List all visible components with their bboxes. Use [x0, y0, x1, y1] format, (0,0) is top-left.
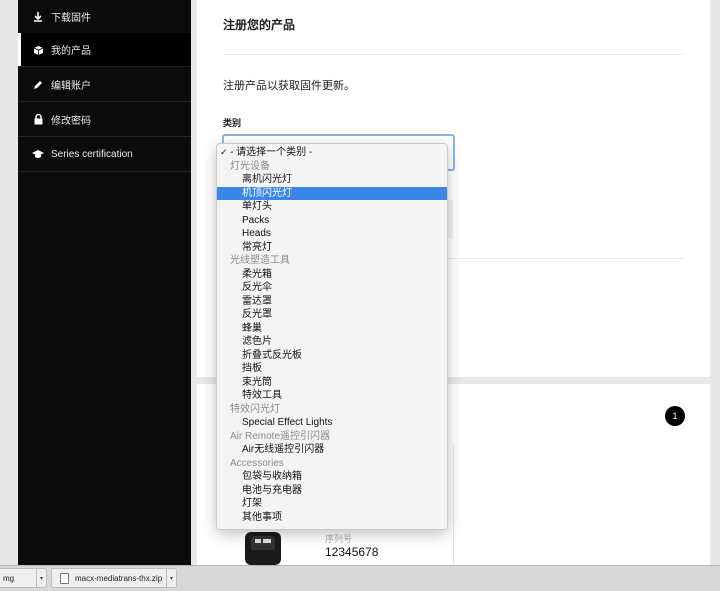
menu-option-label: Air无线遥控引闪器	[242, 444, 325, 455]
chevron-down-icon[interactable]: ▾	[36, 569, 46, 587]
menu-option-label: Packs	[242, 214, 270, 226]
menu-option-label: 柔光箱	[242, 268, 272, 280]
menu-group-label: 特效闪光灯	[217, 403, 447, 417]
sidebar-item-label: 编辑账户	[51, 81, 91, 92]
menu-group-label: Air Remote遥控引闪器	[217, 430, 447, 444]
menu-option[interactable]: 束光筒	[217, 376, 447, 390]
menu-option-label: 特效闪光灯	[230, 403, 280, 415]
sidebar-item-edit-account[interactable]: 编辑账户	[18, 68, 191, 102]
menu-option[interactable]: ✓ - 请选择一个类别 -	[217, 146, 447, 160]
menu-option-label: 雷达罩	[242, 295, 272, 307]
menu-option-label: Air Remote遥控引闪器	[230, 430, 331, 442]
menu-option[interactable]: 蜂巢	[217, 322, 447, 336]
menu-option[interactable]: 雷达罩	[217, 295, 447, 309]
chevron-down-icon[interactable]: ▾	[166, 569, 176, 587]
download-icon	[32, 11, 44, 23]
sidebar-item-change-password[interactable]: 修改密码	[18, 103, 191, 137]
sidebar-item-series-certification[interactable]: Series certification	[18, 138, 191, 172]
menu-option[interactable]: 离机闪光灯	[217, 173, 447, 187]
menu-group-label: 光线塑造工具	[217, 254, 447, 268]
menu-option-label: Heads	[242, 228, 271, 239]
menu-option-label: 反光罩	[242, 309, 272, 320]
serial-label: 序列号	[325, 534, 353, 544]
menu-option-label: 光线塑造工具	[230, 255, 290, 266]
download-filename: macx-mediatrans-thx.zip	[75, 573, 163, 583]
page-title: 注册您的产品	[223, 18, 296, 32]
lock-icon	[32, 114, 44, 126]
category-label: 类别	[223, 118, 242, 128]
menu-option[interactable]: 柔光箱	[217, 268, 447, 282]
count-badge: 1	[665, 406, 685, 426]
menu-option-label: 其他事项	[242, 511, 282, 523]
menu-option-label: 包袋与收纳箱	[242, 471, 302, 482]
menu-option[interactable]: 常亮灯	[217, 241, 447, 255]
sidebar-item-download-firmware[interactable]: 下载固件	[18, 0, 191, 34]
menu-option-label: 束光筒	[242, 376, 272, 388]
download-item[interactable]: mg ▾	[0, 568, 47, 588]
box-icon	[32, 44, 44, 56]
sidebar-item-label: 我的产品	[51, 46, 91, 57]
menu-option[interactable]: 机顶闪光灯	[217, 186, 447, 200]
menu-option[interactable]: 其他事项	[217, 511, 447, 525]
divider	[447, 258, 684, 259]
menu-option-label: 离机闪光灯	[242, 174, 292, 185]
menu-option[interactable]: 包袋与收纳箱	[217, 470, 447, 484]
menu-group-label: 灯光设备	[217, 160, 447, 174]
download-filename: mg	[3, 573, 15, 583]
sidebar: 下载固件 我的产品 编辑账户 修改密码 Series certification	[18, 0, 191, 565]
menu-option[interactable]: 电池与充电器	[217, 484, 447, 498]
download-item[interactable]: macx-mediatrans-thx.zip ▾	[51, 568, 177, 588]
menu-group-label: Accessories	[217, 457, 447, 471]
menu-option[interactable]: 特效工具	[217, 389, 447, 403]
menu-option[interactable]: 反光罩	[217, 308, 447, 322]
intro-text: 注册产品以获取固件更新。	[223, 80, 355, 92]
product-image	[241, 524, 285, 565]
sidebar-item-my-products[interactable]: 我的产品	[18, 33, 191, 67]
sidebar-item-label: 下载固件	[51, 13, 91, 24]
menu-option[interactable]: 挡板	[217, 362, 447, 376]
menu-option-label: 特效工具	[242, 390, 282, 401]
menu-option-label: 灯架	[242, 498, 262, 509]
menu-option-label: 挡板	[242, 363, 262, 374]
menu-option-label: 折叠式反光板	[242, 349, 302, 361]
sidebar-item-label: Series certification	[51, 149, 133, 160]
menu-option-label: 常亮灯	[242, 241, 272, 253]
checkmark-icon: ✓	[220, 147, 228, 157]
menu-option-label: 机顶闪光灯	[242, 187, 292, 199]
pencil-icon	[32, 79, 44, 91]
graduation-cap-icon	[32, 149, 44, 161]
menu-option[interactable]: 灯架	[217, 497, 447, 511]
category-dropdown-menu[interactable]: ✓ - 请选择一个类别 - 灯光设备 离机闪光灯 机顶闪光灯 单灯头 Packs Heads 常…	[216, 143, 448, 530]
menu-option-label: 蜂巢	[242, 322, 262, 334]
menu-option-label: 滤色片	[242, 336, 272, 347]
file-icon	[60, 572, 69, 584]
menu-option[interactable]: 单灯头	[217, 200, 447, 214]
menu-option-label: Special Effect Lights	[242, 417, 333, 428]
downloads-bar: mg ▾ macx-mediatrans-thx.zip ▾	[0, 565, 720, 591]
menu-option[interactable]: 反光伞	[217, 281, 447, 295]
menu-option[interactable]: Air无线遥控引闪器	[217, 443, 447, 457]
menu-option-label: - 请选择一个类别 -	[230, 147, 313, 158]
menu-option-label: 电池与充电器	[242, 484, 302, 496]
menu-option[interactable]: Packs	[217, 214, 447, 228]
menu-option-label: 反光伞	[242, 282, 272, 293]
menu-option[interactable]: Special Effect Lights	[217, 416, 447, 430]
sidebar-item-label: 修改密码	[51, 116, 91, 127]
menu-option[interactable]: 折叠式反光板	[217, 349, 447, 363]
serial-value: 12345678	[325, 545, 379, 559]
menu-option-label: 单灯头	[242, 201, 272, 212]
menu-option-label: 灯光设备	[230, 160, 270, 172]
menu-option[interactable]: Heads	[217, 227, 447, 241]
product-tile-edge	[450, 444, 454, 565]
menu-option[interactable]: 滤色片	[217, 335, 447, 349]
menu-option-label: Accessories	[230, 457, 284, 469]
divider	[223, 54, 684, 55]
